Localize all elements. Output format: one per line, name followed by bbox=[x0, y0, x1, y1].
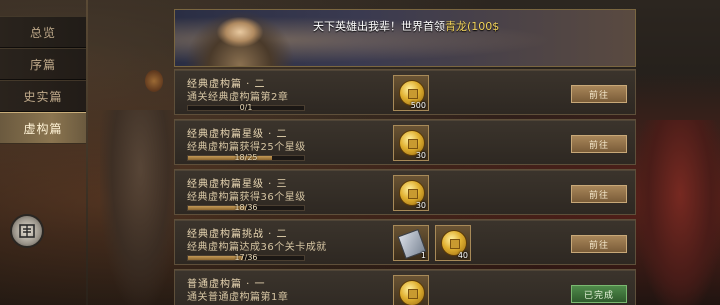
game-emblem-icon[interactable] bbox=[10, 214, 44, 248]
background-character-right bbox=[640, 120, 720, 305]
task-row: 经典虚构篇挑战 · 二 经典虚构篇达成36个关卡成就 17/36 1 40 前往 bbox=[174, 219, 636, 265]
goto-button[interactable]: 前往 bbox=[571, 135, 627, 153]
task-progress-bar: 0/1 bbox=[187, 103, 305, 112]
completed-button[interactable]: 已完成 bbox=[571, 285, 627, 303]
banner-main-text: 天下英雄出我辈！世界首领 bbox=[313, 20, 445, 33]
sidebar-item-prologue[interactable]: 序篇 bbox=[0, 48, 86, 80]
sidebar: 总览 序篇 史实篇 虚构篇 bbox=[0, 14, 86, 305]
task-description: 通关普通虚构篇第1章 bbox=[187, 292, 289, 303]
task-row: 普通虚构篇 · 一 通关普通虚构篇第1章 已完成 bbox=[174, 269, 636, 305]
task-progress-bar: 18/36 bbox=[187, 203, 305, 212]
task-description: 经典虚构篇获得25个星级 bbox=[187, 142, 306, 153]
goto-button[interactable]: 前往 bbox=[571, 235, 627, 253]
task-list[interactable]: 经典虚构篇 · 二 通关经典虚构篇第2章 0/1 500 前往 经典虚构篇星级 … bbox=[174, 69, 636, 305]
banner-text: 天下英雄出我辈！世界首领青龙(100$ bbox=[313, 18, 499, 34]
reward-quantity: 30 bbox=[415, 201, 426, 210]
background-character-left bbox=[100, 110, 180, 305]
hero-portrait bbox=[185, 10, 295, 66]
task-row: 经典虚构篇星级 · 二 经典虚构篇获得25个星级 18/25 30 前往 bbox=[174, 119, 636, 165]
banner-highlight-text: 青龙(100$ bbox=[445, 20, 500, 33]
task-row: 经典虚构篇星级 · 三 经典虚构篇获得36个星级 18/36 30 前往 bbox=[174, 169, 636, 215]
gold-coin-icon bbox=[399, 280, 425, 305]
sidebar-item-overview[interactable]: 总览 bbox=[0, 16, 86, 48]
task-description: 经典虚构篇获得36个星级 bbox=[187, 192, 306, 203]
reward-slot[interactable] bbox=[393, 275, 429, 305]
sidebar-item-label: 序篇 bbox=[29, 57, 56, 72]
reward-quantity: 500 bbox=[410, 101, 426, 110]
reward-slot[interactable]: 500 bbox=[393, 75, 429, 111]
goto-button[interactable]: 前往 bbox=[571, 185, 627, 203]
sidebar-item-label: 虚构篇 bbox=[23, 121, 63, 136]
goto-button[interactable]: 前往 bbox=[571, 85, 627, 103]
reward-slot[interactable]: 30 bbox=[393, 125, 429, 161]
task-description: 通关经典虚构篇第2章 bbox=[187, 92, 289, 103]
progress-text: 18/36 bbox=[234, 203, 258, 212]
sidebar-item-history[interactable]: 史实篇 bbox=[0, 80, 86, 112]
task-description: 经典虚构篇达成36个关卡成就 bbox=[187, 242, 327, 253]
reward-slot[interactable]: 30 bbox=[393, 175, 429, 211]
reward-slot[interactable]: 1 bbox=[393, 225, 429, 261]
sidebar-item-fiction[interactable]: 虚构篇 bbox=[0, 112, 86, 144]
reward-slot[interactable]: 40 bbox=[435, 225, 471, 261]
progress-text: 18/25 bbox=[234, 153, 258, 162]
sidebar-divider bbox=[86, 0, 88, 305]
reward-quantity: 30 bbox=[415, 151, 426, 160]
progress-text: 17/36 bbox=[234, 253, 258, 262]
task-progress-bar: 17/36 bbox=[187, 253, 305, 262]
reward-quantity: 40 bbox=[457, 251, 468, 260]
sidebar-item-label: 总览 bbox=[29, 25, 56, 40]
reward-quantity: 1 bbox=[420, 251, 426, 260]
task-progress-bar: 18/25 bbox=[187, 153, 305, 162]
lantern-decoration bbox=[145, 70, 163, 92]
progress-text: 0/1 bbox=[239, 103, 253, 112]
sidebar-item-label: 史实篇 bbox=[23, 89, 63, 104]
event-banner[interactable]: 天下英雄出我辈！世界首领青龙(100$ bbox=[174, 9, 636, 67]
task-row: 经典虚构篇 · 二 通关经典虚构篇第2章 0/1 500 前往 bbox=[174, 69, 636, 115]
